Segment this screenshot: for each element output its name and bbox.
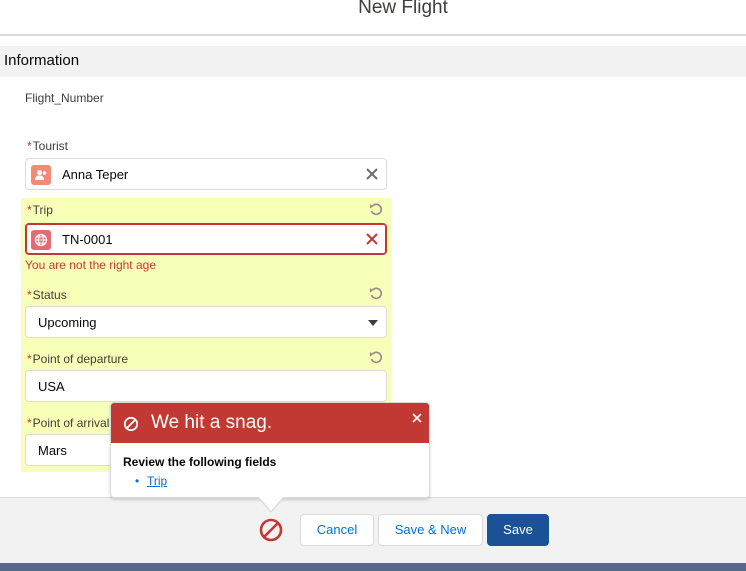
arrival-label: *Point of arrival xyxy=(27,416,110,430)
status-field: *Status Upcoming xyxy=(21,282,391,342)
error-icon[interactable] xyxy=(258,517,284,543)
trip-error-message: You are not the right age xyxy=(25,258,156,272)
trip-field: *Trip TN-0001 You are not the right age xyxy=(21,198,391,282)
status-label: *Status xyxy=(27,288,67,302)
undo-icon[interactable] xyxy=(369,350,383,364)
globe-icon xyxy=(31,230,51,250)
status-value: Upcoming xyxy=(38,315,97,330)
trip-label: *Trip xyxy=(27,203,53,217)
popover-tail xyxy=(259,497,283,511)
section-title: Information xyxy=(4,52,80,69)
arrival-value: Mars xyxy=(38,443,67,458)
user-icon xyxy=(31,165,51,185)
error-field-link-trip[interactable]: Trip xyxy=(147,474,167,488)
error-field-item: Trip xyxy=(135,474,167,488)
footer-divider xyxy=(0,563,746,571)
clear-selection-icon[interactable] xyxy=(364,166,380,182)
ban-icon xyxy=(123,416,139,437)
save-button[interactable]: Save xyxy=(487,514,549,546)
trip-lookup-input[interactable]: TN-0001 xyxy=(25,223,387,255)
save-and-new-button[interactable]: Save & New xyxy=(378,514,483,546)
chevron-down-icon xyxy=(368,320,378,326)
trip-value: TN-0001 xyxy=(62,232,113,247)
departure-field: *Point of departure USA xyxy=(21,342,391,406)
modal-title: New Flight xyxy=(358,0,448,18)
tourist-field: *Tourist Anna Teper xyxy=(21,134,391,194)
section-header-information[interactable]: Information xyxy=(0,46,746,77)
clear-selection-icon[interactable] xyxy=(364,231,380,247)
departure-value: USA xyxy=(38,379,65,394)
tourist-value: Anna Teper xyxy=(62,167,129,182)
error-popover: We hit a snag. Review the following fiel… xyxy=(110,402,430,513)
flight-number-label: Flight_Number xyxy=(25,91,104,105)
undo-icon[interactable] xyxy=(369,286,383,300)
close-icon[interactable] xyxy=(411,411,423,423)
tourist-lookup-input[interactable]: Anna Teper xyxy=(25,158,387,190)
status-picklist[interactable]: Upcoming xyxy=(25,306,387,338)
cancel-button[interactable]: Cancel xyxy=(300,514,374,546)
error-popover-header: We hit a snag. xyxy=(111,403,429,443)
error-popover-title: We hit a snag. xyxy=(151,412,273,433)
undo-icon[interactable] xyxy=(369,202,383,216)
departure-input[interactable]: USA xyxy=(25,370,387,402)
error-popover-subtitle: Review the following fields xyxy=(123,455,277,469)
tourist-label: *Tourist xyxy=(27,139,69,153)
modal-header: New Flight xyxy=(0,0,746,36)
departure-label: *Point of departure xyxy=(27,352,129,366)
error-field-list: Trip xyxy=(135,474,167,488)
